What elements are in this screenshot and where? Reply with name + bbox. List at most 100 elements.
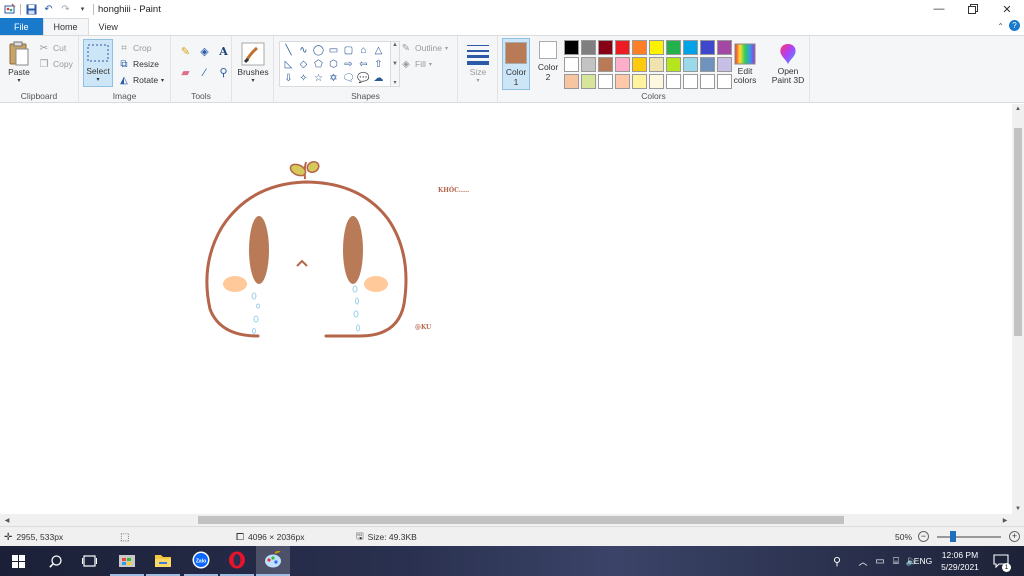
palette-swatch[interactable] bbox=[581, 74, 596, 89]
zoom-in-button[interactable]: + bbox=[1009, 531, 1020, 542]
palette-swatch[interactable] bbox=[598, 57, 613, 72]
outline-button[interactable]: ✎ Outline ▾ bbox=[400, 41, 448, 55]
arrow-left-shape-icon[interactable]: ⇦ bbox=[356, 57, 371, 71]
start-button[interactable] bbox=[0, 546, 36, 576]
save-icon[interactable] bbox=[25, 3, 38, 16]
palette-swatch[interactable] bbox=[683, 74, 698, 89]
horizontal-scroll-thumb[interactable] bbox=[198, 516, 844, 524]
text-icon[interactable]: A bbox=[215, 43, 232, 60]
drawing-canvas[interactable]: KHÓC..... @KU bbox=[0, 104, 1012, 514]
palette-swatch[interactable] bbox=[666, 40, 681, 55]
palette-swatch[interactable] bbox=[666, 74, 681, 89]
fill-button[interactable]: ◈ Fill ▾ bbox=[400, 57, 432, 71]
palette-swatch[interactable] bbox=[700, 74, 715, 89]
palette-swatch[interactable] bbox=[581, 40, 596, 55]
minimize-button[interactable]: — bbox=[922, 0, 956, 18]
zoom-slider-track[interactable] bbox=[937, 536, 1001, 538]
palette-swatch[interactable] bbox=[598, 40, 613, 55]
right-triangle-shape-icon[interactable]: ◺ bbox=[281, 57, 296, 71]
palette-swatch[interactable] bbox=[666, 57, 681, 72]
triangle-shape-icon[interactable]: △ bbox=[371, 43, 386, 57]
pencil-icon[interactable]: ✎ bbox=[177, 43, 194, 60]
paint-app-icon[interactable] bbox=[3, 3, 16, 16]
palette-swatch[interactable] bbox=[632, 74, 647, 89]
arrow-down-shape-icon[interactable]: ⇩ bbox=[281, 71, 296, 85]
taskbar-opera[interactable] bbox=[220, 546, 254, 576]
palette-swatch[interactable] bbox=[615, 57, 630, 72]
size-button[interactable]: Size ▾ bbox=[464, 41, 492, 84]
scroll-down-arrow-icon[interactable]: ▼ bbox=[1012, 504, 1024, 514]
diamond-shape-icon[interactable]: ◇ bbox=[296, 57, 311, 71]
eraser-icon[interactable]: ▰ bbox=[177, 64, 194, 81]
oval-shape-icon[interactable]: ◯ bbox=[311, 43, 326, 57]
resize-button[interactable]: ⧉ Resize bbox=[118, 57, 159, 71]
palette-swatch[interactable] bbox=[649, 74, 664, 89]
curve-shape-icon[interactable]: ∿ bbox=[296, 43, 311, 57]
copy-button[interactable]: ❐ Copy bbox=[38, 57, 73, 71]
color-picker-icon[interactable]: ⁄ bbox=[196, 64, 213, 81]
tray-battery-icon[interactable]: ▭ bbox=[872, 546, 888, 576]
expand-gallery-icon[interactable]: ▾ bbox=[393, 79, 396, 86]
tab-file[interactable]: File bbox=[0, 18, 43, 35]
cut-button[interactable]: ✂ Cut bbox=[38, 41, 66, 55]
tray-people-icon[interactable]: ⚲ bbox=[826, 546, 848, 576]
crop-button[interactable]: ⌗ Crop bbox=[118, 41, 151, 55]
pentagon-shape-icon[interactable]: ⬠ bbox=[311, 57, 326, 71]
magnifier-icon[interactable]: ⚲ bbox=[215, 64, 232, 81]
arrow-up-shape-icon[interactable]: ⇧ bbox=[371, 57, 386, 71]
tab-home[interactable]: Home bbox=[42, 18, 89, 35]
scroll-down-icon[interactable]: ▼ bbox=[392, 61, 398, 67]
scroll-right-arrow-icon[interactable]: ▶ bbox=[1000, 514, 1010, 526]
palette-swatch[interactable] bbox=[581, 57, 596, 72]
color2-selector[interactable]: Color 2 bbox=[534, 41, 562, 82]
action-center-button[interactable]: 1 bbox=[990, 546, 1012, 576]
edit-colors-button[interactable]: Edit colors bbox=[730, 41, 760, 85]
palette-swatch[interactable] bbox=[632, 40, 647, 55]
taskbar-zalo[interactable]: Zalo bbox=[184, 546, 218, 576]
four-point-star-shape-icon[interactable]: ✧ bbox=[296, 71, 311, 85]
palette-swatch[interactable] bbox=[683, 57, 698, 72]
customize-qat-icon[interactable]: ▾ bbox=[76, 3, 89, 16]
paste-button[interactable]: Paste ▾ bbox=[6, 41, 32, 84]
palette-swatch[interactable] bbox=[632, 57, 647, 72]
palette-swatch[interactable] bbox=[683, 40, 698, 55]
palette-swatch[interactable] bbox=[564, 40, 579, 55]
six-point-star-shape-icon[interactable]: ✡ bbox=[326, 71, 341, 85]
oval-callout-shape-icon[interactable]: 💬 bbox=[356, 71, 371, 85]
cloud-callout-shape-icon[interactable]: ☁ bbox=[371, 71, 386, 85]
arrow-right-shape-icon[interactable]: ⇨ bbox=[341, 57, 356, 71]
rotate-button[interactable]: ◭ Rotate ▾ bbox=[118, 73, 164, 87]
tray-network-icon[interactable]: ⌸ bbox=[888, 546, 904, 576]
restore-button[interactable] bbox=[956, 0, 990, 18]
search-button[interactable] bbox=[38, 546, 72, 576]
palette-swatch[interactable] bbox=[615, 74, 630, 89]
taskbar-file-explorer[interactable] bbox=[146, 546, 180, 576]
polygon-shape-icon[interactable]: ⌂ bbox=[356, 43, 371, 57]
tray-clock[interactable]: 12:06 PM 5/29/2021 bbox=[930, 549, 990, 573]
zoom-slider-thumb[interactable] bbox=[950, 531, 956, 542]
scroll-left-arrow-icon[interactable]: ◀ bbox=[2, 514, 12, 526]
line-shape-icon[interactable]: ╲ bbox=[281, 43, 296, 57]
palette-swatch[interactable] bbox=[598, 74, 613, 89]
undo-icon[interactable]: ↶ bbox=[42, 3, 55, 16]
palette-swatch[interactable] bbox=[649, 40, 664, 55]
brushes-button[interactable]: Brushes ▾ bbox=[236, 41, 270, 84]
help-icon[interactable]: ? bbox=[1009, 20, 1020, 31]
palette-swatch[interactable] bbox=[700, 40, 715, 55]
redo-icon[interactable]: ↷ bbox=[59, 3, 72, 16]
fill-bucket-icon[interactable]: ◈ bbox=[196, 43, 213, 60]
palette-swatch[interactable] bbox=[700, 57, 715, 72]
rounded-rectangle-shape-icon[interactable]: ▢ bbox=[341, 43, 356, 57]
palette-swatch[interactable] bbox=[564, 74, 579, 89]
tab-view[interactable]: View bbox=[89, 18, 128, 35]
color1-selector[interactable]: Color 1 bbox=[502, 38, 530, 90]
rect-callout-shape-icon[interactable]: 🗨 bbox=[341, 71, 356, 85]
hexagon-shape-icon[interactable]: ⬡ bbox=[326, 57, 341, 71]
ribbon-collapse-icon[interactable]: ⌃ bbox=[997, 22, 1004, 31]
close-button[interactable]: ✕ bbox=[990, 0, 1024, 18]
scroll-up-arrow-icon[interactable]: ▲ bbox=[1012, 104, 1024, 114]
taskbar-paint[interactable] bbox=[256, 546, 290, 576]
vertical-scrollbar[interactable]: ▲ ▼ bbox=[1012, 104, 1024, 514]
taskbar-app-store[interactable] bbox=[110, 546, 144, 576]
shapes-scroll[interactable]: ▲ ▼ ▾ bbox=[391, 41, 400, 87]
